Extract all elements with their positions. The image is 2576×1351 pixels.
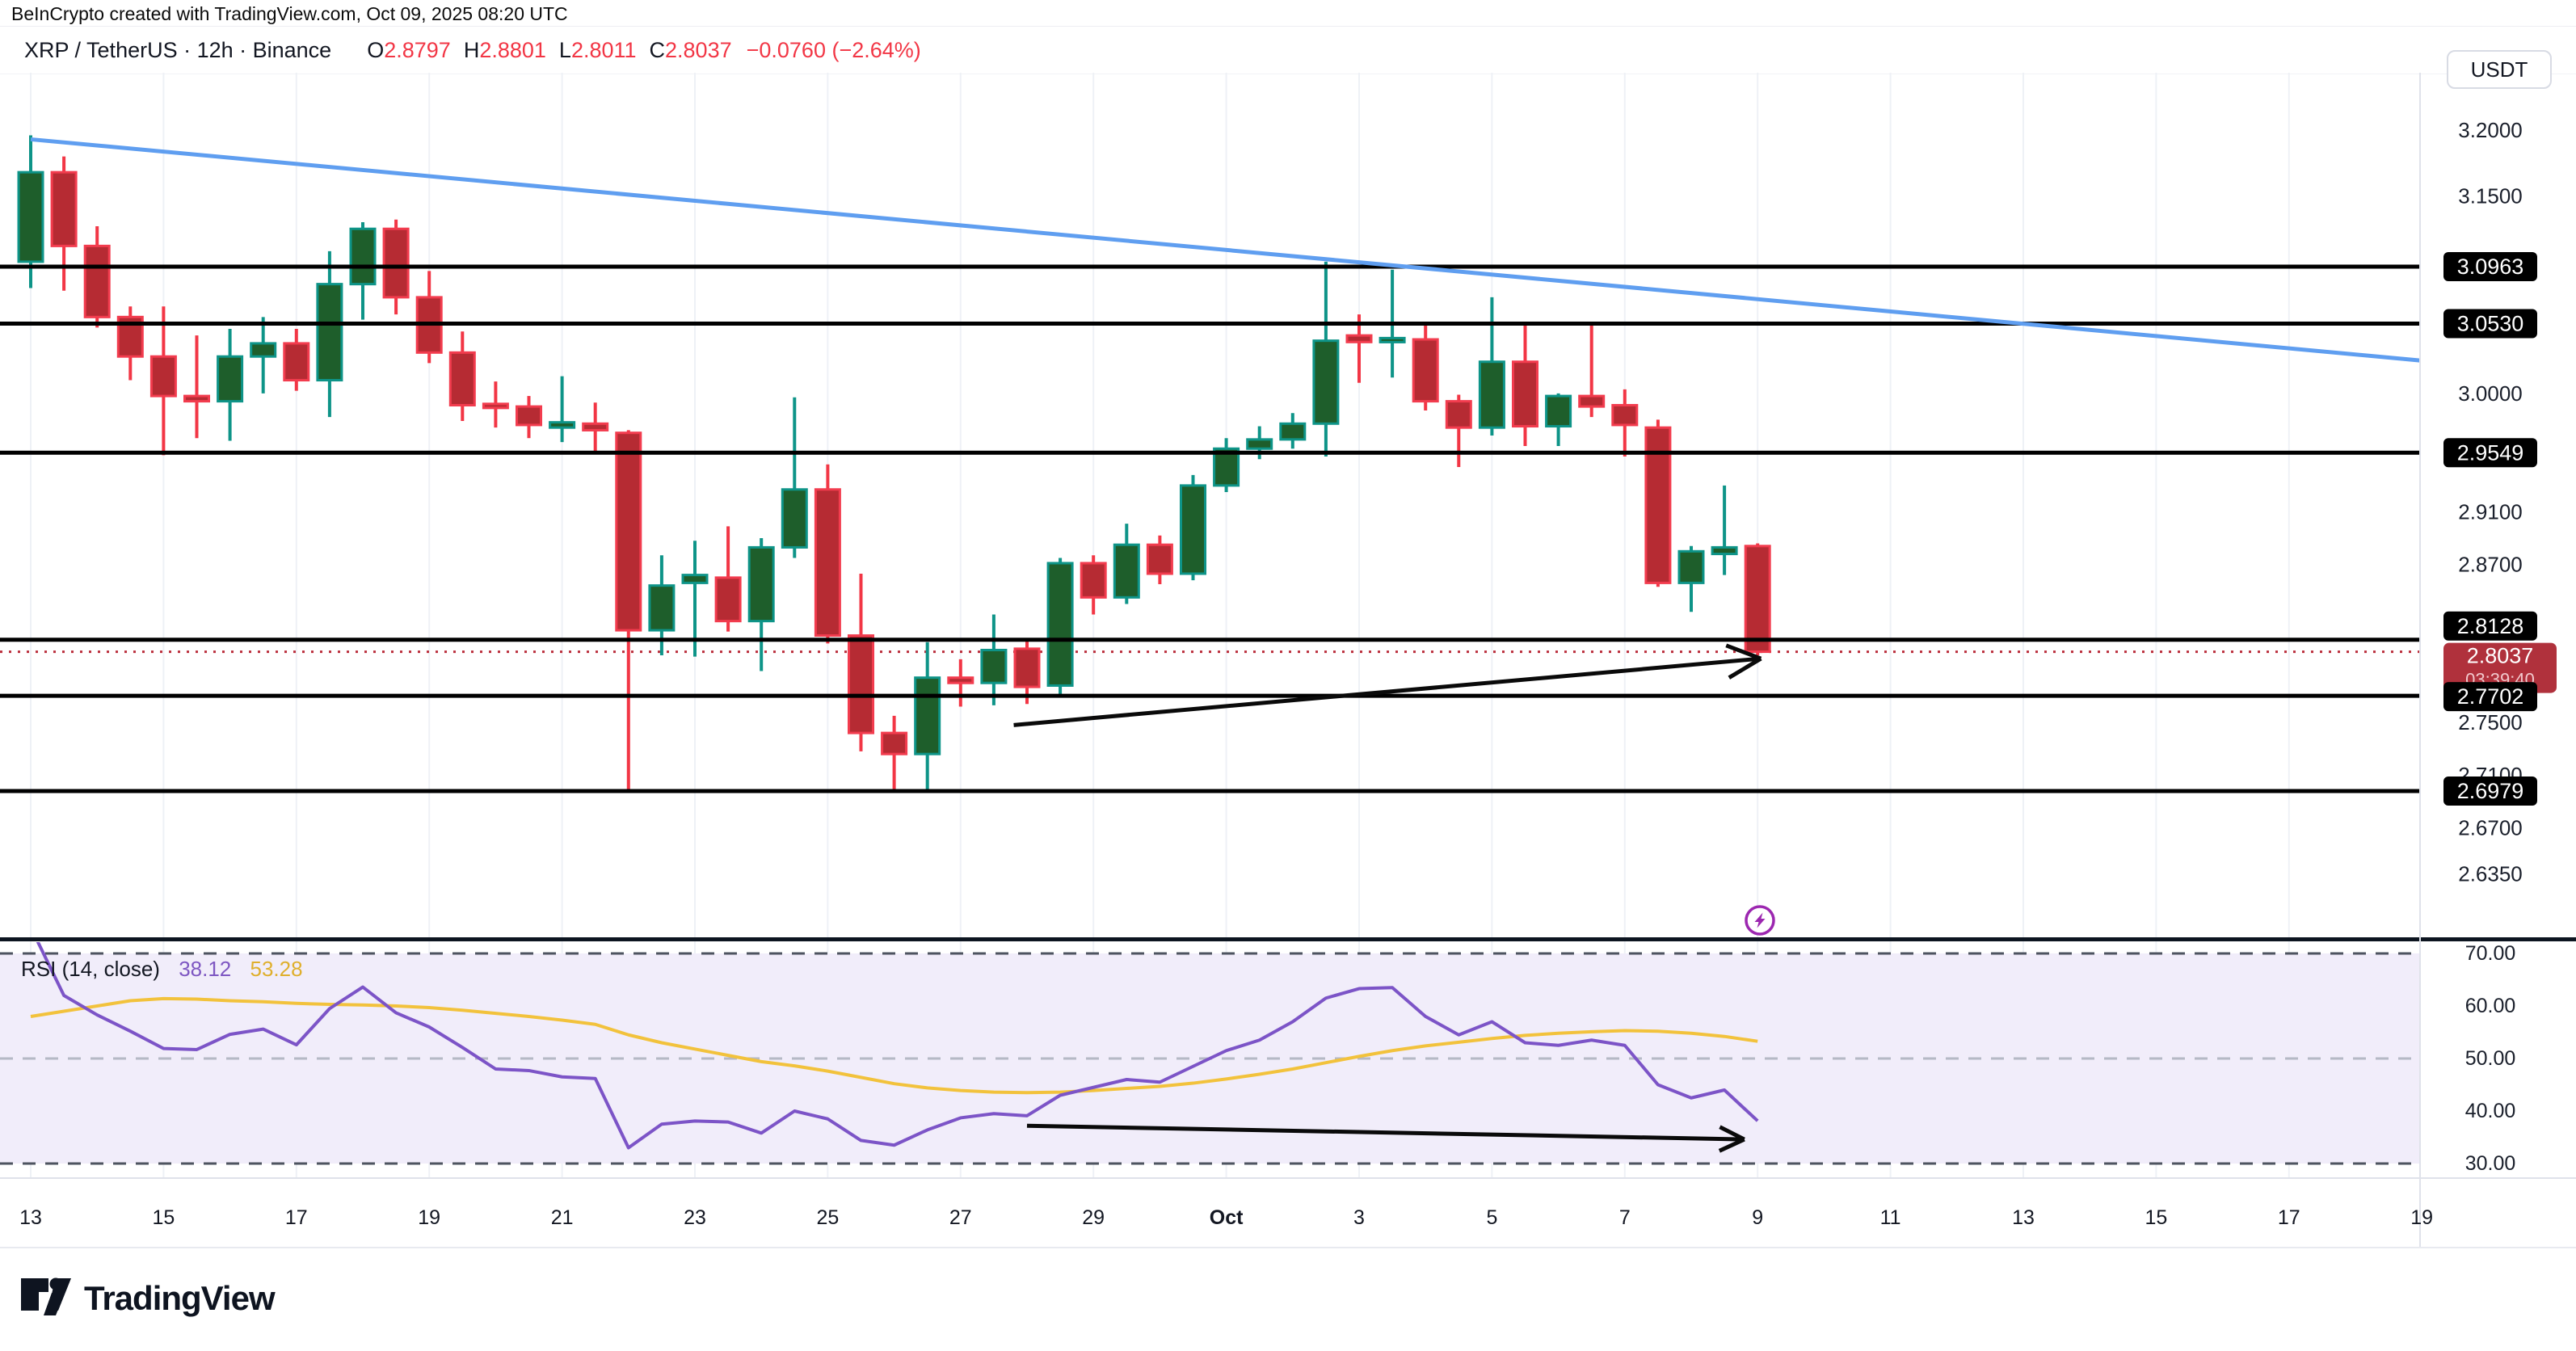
symbol-header: XRP / TetherUS · 12h · BinanceO2.8797H2.… — [0, 26, 2576, 74]
flash-icon[interactable] — [1746, 907, 1774, 934]
pane-separator — [0, 937, 2576, 941]
open-label: O — [367, 38, 384, 62]
svg-text:2.9549: 2.9549 — [2457, 440, 2524, 465]
svg-text:50.00: 50.00 — [2465, 1047, 2516, 1070]
close-value: 2.8037 — [665, 38, 732, 62]
price-axis[interactable]: 3.20003.15003.00002.91002.87002.75002.71… — [2458, 118, 2523, 886]
svg-text:13: 13 — [2012, 1206, 2035, 1229]
change-value: −0.0760 (−2.64%) — [747, 38, 921, 62]
svg-text:13: 13 — [19, 1206, 42, 1229]
high-label: H — [464, 38, 480, 62]
open-value: 2.8797 — [384, 38, 451, 62]
svg-text:3.0000: 3.0000 — [2458, 381, 2523, 406]
rsi-ma-legend-value: 53.28 — [250, 957, 303, 981]
rsi-legend-label: RSI (14, close) — [21, 957, 160, 981]
svg-text:2.8700: 2.8700 — [2458, 553, 2523, 577]
symbol-title: XRP / TetherUS · 12h · Binance — [24, 38, 331, 62]
svg-text:3.0963: 3.0963 — [2457, 255, 2524, 279]
tradingview-brand-text: TradingView — [84, 1279, 275, 1318]
low-label: L — [559, 38, 571, 62]
svg-text:29: 29 — [1082, 1206, 1105, 1229]
svg-text:Oct: Oct — [1210, 1206, 1244, 1229]
svg-text:17: 17 — [2278, 1206, 2300, 1229]
svg-text:17: 17 — [285, 1206, 308, 1229]
tradingview-footer[interactable]: TradingView — [19, 1273, 275, 1324]
svg-text:3: 3 — [1353, 1206, 1365, 1229]
svg-text:27: 27 — [949, 1206, 972, 1229]
svg-text:3.0530: 3.0530 — [2457, 311, 2524, 335]
chart-canvas[interactable]: 3.20003.15003.00002.91002.87002.75002.71… — [0, 73, 2576, 1248]
svg-text:2.9100: 2.9100 — [2458, 499, 2523, 524]
svg-text:2.6350: 2.6350 — [2458, 861, 2523, 886]
svg-text:40.00: 40.00 — [2465, 1100, 2516, 1122]
tradingview-logo-icon — [19, 1277, 73, 1320]
svg-text:25: 25 — [816, 1206, 839, 1229]
svg-text:11: 11 — [1880, 1206, 1901, 1229]
rsi-legend-value: 38.12 — [179, 957, 231, 981]
svg-text:70.00: 70.00 — [2465, 942, 2516, 965]
low-value: 2.8011 — [571, 38, 637, 62]
svg-text:2.6700: 2.6700 — [2458, 815, 2523, 840]
close-label: C — [650, 38, 666, 62]
svg-text:2.8128: 2.8128 — [2457, 614, 2524, 638]
svg-text:2.7702: 2.7702 — [2457, 684, 2524, 709]
svg-text:21: 21 — [551, 1206, 574, 1229]
time-axis[interactable]: 13 15 17 19 21 23 25 27 29 Oct 3 5 7 9 11 13 15 17 19 — [19, 1206, 2433, 1229]
rsi-axis[interactable]: 70.00 60.00 50.00 40.00 30.00 — [2465, 942, 2516, 1175]
svg-text:15: 15 — [152, 1206, 175, 1229]
svg-text:15: 15 — [2145, 1206, 2167, 1229]
high-value: 2.8801 — [479, 38, 546, 62]
price-higher-lows-arrow — [1014, 646, 1762, 726]
svg-text:2.6979: 2.6979 — [2457, 779, 2524, 803]
svg-text:3.1500: 3.1500 — [2458, 183, 2523, 208]
svg-text:7: 7 — [1619, 1206, 1631, 1229]
svg-text:19: 19 — [418, 1206, 440, 1229]
svg-text:60.00: 60.00 — [2465, 995, 2516, 1017]
svg-text:5: 5 — [1486, 1206, 1497, 1229]
attribution-bar: BeInCrypto created with TradingView.com,… — [0, 0, 2576, 26]
attribution-text: BeInCrypto created with TradingView.com,… — [11, 3, 568, 25]
candles — [19, 136, 1770, 793]
support-resistance-lines — [0, 267, 2420, 791]
svg-text:30.00: 30.00 — [2465, 1152, 2516, 1175]
svg-text:9: 9 — [1752, 1206, 1763, 1229]
svg-text:19: 19 — [2410, 1206, 2433, 1229]
rsi-legend: RSI (14, close) 38.12 53.28 — [21, 957, 303, 982]
svg-text:23: 23 — [684, 1206, 706, 1229]
svg-text:2.7500: 2.7500 — [2458, 710, 2523, 734]
svg-text:3.2000: 3.2000 — [2458, 118, 2523, 142]
svg-text:2.8037: 2.8037 — [2467, 644, 2534, 668]
